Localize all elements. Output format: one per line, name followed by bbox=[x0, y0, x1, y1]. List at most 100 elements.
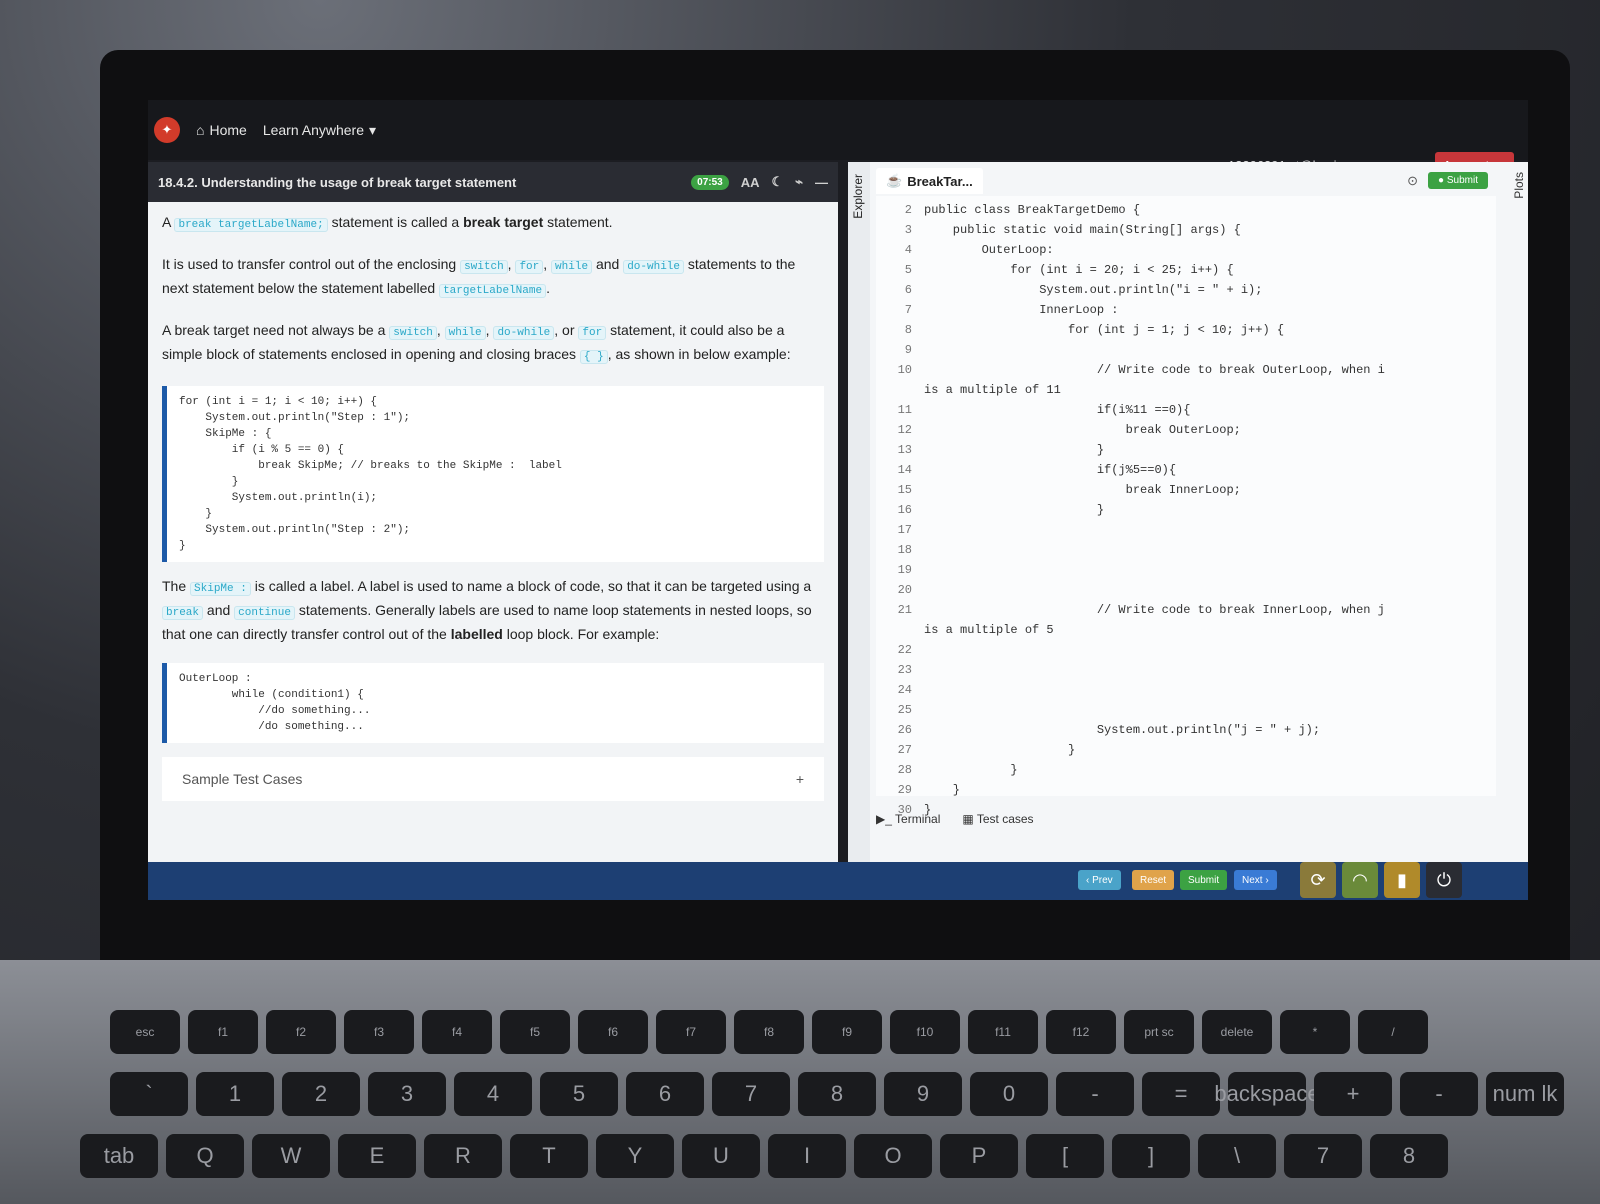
inline-code: do-while bbox=[623, 260, 685, 274]
keyboard-key: backspace bbox=[1214, 1072, 1320, 1116]
problem-panel: 18.4.2. Understanding the usage of break… bbox=[148, 162, 838, 862]
expand-icon: + bbox=[795, 770, 804, 787]
caret-down-icon: ▾ bbox=[369, 121, 377, 138]
keyboard-key: f12 bbox=[1046, 1010, 1116, 1054]
footer-bar: ‹ Prev Reset Submit Next › ⟳ ◠ ▮ ⏻ bbox=[148, 862, 1528, 900]
settings-icon[interactable]: ⊙ bbox=[1407, 173, 1418, 189]
keyboard-key: 8 bbox=[798, 1072, 876, 1116]
p4-text-a: The bbox=[162, 578, 187, 594]
p3-or: , or bbox=[554, 322, 575, 338]
inline-code: continue bbox=[234, 606, 295, 620]
laptop-screen: ✦ ⌂ Home Learn Anywhere ▾ 12206391.st@lp… bbox=[148, 100, 1528, 900]
next-button[interactable]: Next › bbox=[1234, 870, 1277, 890]
learn-anywhere-label: Learn Anywhere bbox=[262, 122, 365, 138]
keyboard-key: - bbox=[1056, 1072, 1134, 1116]
submit-top-label: Submit bbox=[1446, 175, 1478, 186]
inline-code: for bbox=[578, 326, 607, 340]
keyboard-key: 7 bbox=[712, 1072, 790, 1116]
keyboard-key: P bbox=[940, 1134, 1018, 1178]
keyboard-key: prt sc bbox=[1124, 1010, 1194, 1054]
plots-toggle[interactable]: Plots bbox=[1512, 172, 1526, 199]
intro-text: statement is called a bbox=[331, 214, 460, 230]
test-cases-tab[interactable]: ▦ Test cases bbox=[962, 812, 1033, 826]
terminal-label: Terminal bbox=[895, 812, 941, 826]
link-icon[interactable]: ⌁ bbox=[795, 174, 803, 190]
file-tab-label: BreakTar... bbox=[907, 173, 973, 189]
paragraph-4: The SkipMe : is called a label. A label … bbox=[162, 576, 824, 645]
reset-label: Reset bbox=[1140, 874, 1167, 886]
inline-code: switch bbox=[389, 326, 437, 340]
editor-panel: Explorer ☕ BreakTar... ⊙ ● Submit Plots … bbox=[848, 162, 1528, 862]
keyboard-key: f8 bbox=[734, 1010, 804, 1054]
keyboard-key: Y bbox=[596, 1134, 674, 1178]
code-editor[interactable]: 2 3 4 5 6 7 8 9 10 11 12 13 14 15 16 17 … bbox=[876, 196, 1496, 817]
keyboard-key: = bbox=[1142, 1072, 1220, 1116]
keyboard-key: O bbox=[854, 1134, 932, 1178]
paragraph-3: A break target need not always be a swit… bbox=[162, 322, 791, 364]
keyboard-key: I bbox=[768, 1134, 846, 1178]
keyboard-key: 1 bbox=[196, 1072, 274, 1116]
terminal-tab[interactable]: ▶_ Terminal bbox=[876, 812, 940, 826]
home-link[interactable]: ⌂ Home bbox=[196, 122, 247, 138]
reset-button[interactable]: Reset bbox=[1132, 870, 1175, 890]
intro-bold: break target bbox=[463, 214, 544, 230]
keyboard-key: f10 bbox=[890, 1010, 960, 1054]
nested-loop-code-block: OuterLoop : while (condition1) { //do so… bbox=[162, 663, 824, 743]
keyboard-key: f6 bbox=[578, 1010, 648, 1054]
minimize-icon[interactable]: — bbox=[815, 175, 828, 190]
keyboard-key: f11 bbox=[968, 1010, 1038, 1054]
prev-label: ‹ Prev bbox=[1086, 874, 1113, 886]
keyboard-key: f4 bbox=[422, 1010, 492, 1054]
keyboard-key: * bbox=[1280, 1010, 1350, 1054]
font-size-toggle[interactable]: AA bbox=[741, 175, 760, 190]
keyboard-key: f3 bbox=[344, 1010, 414, 1054]
intro-prefix: A bbox=[162, 214, 171, 230]
keyboard-key: delete bbox=[1202, 1010, 1272, 1054]
keyboard-key: 2 bbox=[282, 1072, 360, 1116]
keyboard-key: E bbox=[338, 1134, 416, 1178]
power-icon[interactable]: ⏻ bbox=[1426, 862, 1462, 898]
refresh-icon[interactable]: ⟳ bbox=[1300, 862, 1336, 898]
inline-code: SkipMe : bbox=[190, 582, 251, 596]
keyboard-key: 6 bbox=[626, 1072, 704, 1116]
lpu-logo[interactable]: ✦ bbox=[154, 117, 180, 143]
p2-text-a: It is used to transfer control out of th… bbox=[162, 256, 457, 272]
file-tab[interactable]: ☕ BreakTar... bbox=[876, 168, 983, 194]
battery-icon[interactable]: ▮ bbox=[1384, 862, 1420, 898]
test-cases-label: Test cases bbox=[976, 812, 1034, 826]
line-numbers: 2 3 4 5 6 7 8 9 10 11 12 13 14 15 16 17 … bbox=[897, 203, 912, 817]
inline-code: do-while bbox=[493, 326, 555, 340]
keyboard: esc f1 f2 f3 f4 f5 f6 f7 f8 f9 f10 f11 f12 prt sc dele… bbox=[80, 1010, 1600, 1204]
table-icon: ▦ bbox=[962, 812, 974, 826]
p2-and: and bbox=[595, 256, 620, 272]
inline-code: targetLabelName bbox=[439, 284, 547, 298]
keyboard-key: 5 bbox=[540, 1072, 618, 1116]
explorer-toggle[interactable]: Explorer bbox=[851, 174, 865, 219]
keyboard-key: 8 bbox=[1370, 1134, 1448, 1178]
prev-button[interactable]: ‹ Prev bbox=[1078, 870, 1121, 890]
inline-code: break bbox=[162, 606, 204, 620]
keyboard-key: U bbox=[682, 1134, 760, 1178]
keyboard-key: 7 bbox=[1284, 1134, 1362, 1178]
terminal-icon: ▶_ bbox=[876, 812, 892, 826]
keyboard-key: ` bbox=[110, 1072, 188, 1116]
inline-code: switch bbox=[460, 260, 508, 274]
submit-button[interactable]: Submit bbox=[1180, 870, 1228, 890]
next-label: Next › bbox=[1242, 874, 1269, 886]
keyboard-key: + bbox=[1314, 1072, 1392, 1116]
learn-anywhere-menu[interactable]: Learn Anywhere ▾ bbox=[263, 122, 376, 139]
wifi-icon[interactable]: ◠ bbox=[1342, 862, 1378, 898]
sample-test-cases-accordion[interactable]: Sample Test Cases + bbox=[162, 757, 824, 801]
keyboard-key: [ bbox=[1026, 1134, 1104, 1178]
submit-top-button[interactable]: ● Submit bbox=[1428, 172, 1488, 189]
submit-label: Submit bbox=[1188, 874, 1220, 886]
inline-code: while bbox=[551, 260, 593, 274]
keyboard-key: / bbox=[1358, 1010, 1428, 1054]
moon-icon[interactable]: ☾ bbox=[772, 174, 784, 190]
problem-title: 18.4.2. Understanding the usage of break… bbox=[158, 174, 517, 190]
paragraph-2: It is used to transfer control out of th… bbox=[162, 256, 796, 298]
code-text[interactable]: public class BreakTargetDemo { public st… bbox=[924, 200, 1494, 820]
keyboard-key: f2 bbox=[266, 1010, 336, 1054]
home-icon: ⌂ bbox=[196, 122, 205, 138]
inline-code: break targetLabelName; bbox=[174, 218, 328, 232]
